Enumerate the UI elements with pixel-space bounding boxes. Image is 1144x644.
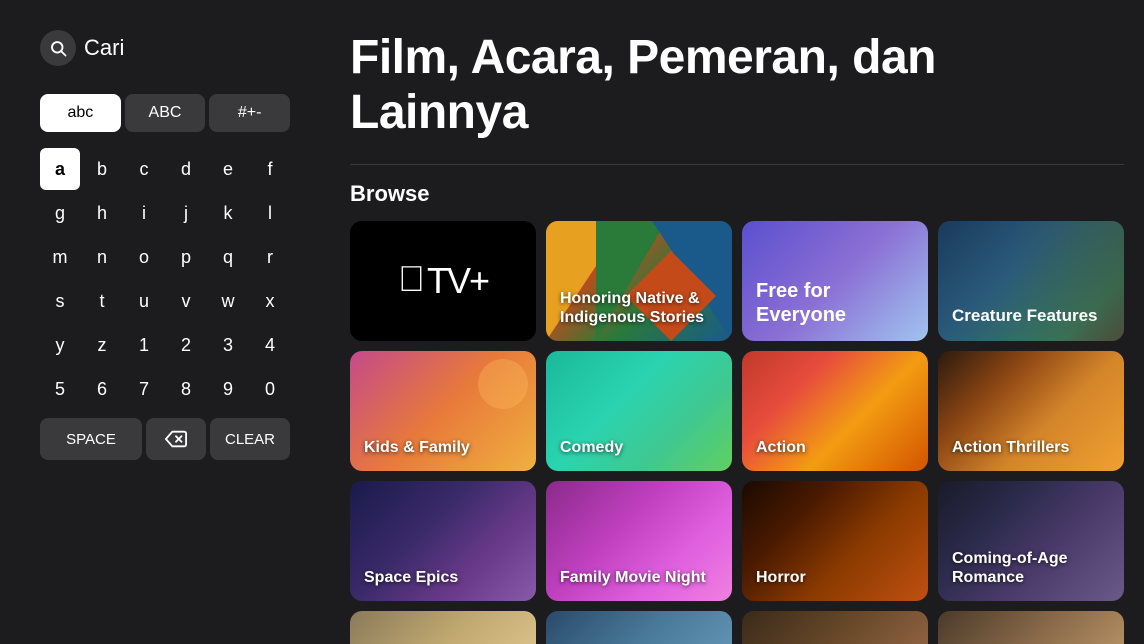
key-6[interactable]: 6 — [82, 368, 122, 410]
key-f[interactable]: f — [250, 148, 290, 190]
page-title: Film, Acara, Pemeran, dan Lainnya — [350, 30, 1124, 140]
card-action-thrillers[interactable]: Action Thrillers — [938, 351, 1124, 471]
keyboard-bottom-row: SPACE CLEAR — [40, 418, 290, 460]
search-label: Cari — [84, 35, 124, 61]
key-8[interactable]: 8 — [166, 368, 206, 410]
key-e[interactable]: e — [208, 148, 248, 190]
card-horror[interactable]: Horror — [742, 481, 928, 601]
key-q[interactable]: q — [208, 236, 248, 278]
card-comedy-label: Comedy — [560, 438, 623, 457]
key-d[interactable]: d — [166, 148, 206, 190]
tv-plus-text: TV+ — [427, 260, 488, 302]
key-v[interactable]: v — [166, 280, 206, 322]
card-coming-age-label: Coming-of-Age Romance — [952, 549, 1110, 587]
key-o[interactable]: o — [124, 236, 164, 278]
tab-lowercase[interactable]: abc — [40, 94, 121, 132]
key-r[interactable]: r — [250, 236, 290, 278]
browse-grid:  TV+ Honoring Native & Indigenous Stori… — [350, 221, 1124, 644]
search-icon-wrap — [40, 30, 76, 66]
key-7[interactable]: 7 — [124, 368, 164, 410]
card-action[interactable]: Action — [742, 351, 928, 471]
card-space[interactable]: Space Epics — [350, 481, 536, 601]
key-1[interactable]: 1 — [124, 324, 164, 366]
apple-symbol:  — [398, 261, 425, 297]
tab-symbols[interactable]: #+- — [209, 94, 290, 132]
key-p[interactable]: p — [166, 236, 206, 278]
key-z[interactable]: z — [82, 324, 122, 366]
key-w[interactable]: w — [208, 280, 248, 322]
card-space-label: Space Epics — [364, 568, 458, 587]
key-9[interactable]: 9 — [208, 368, 248, 410]
key-5[interactable]: 5 — [40, 368, 80, 410]
key-i[interactable]: i — [124, 192, 164, 234]
browse-panel: Film, Acara, Pemeran, dan Lainnya Browse… — [330, 0, 1144, 644]
key-c[interactable]: c — [124, 148, 164, 190]
card-partial-4[interactable] — [938, 611, 1124, 644]
key-s[interactable]: s — [40, 280, 80, 322]
card-comedy[interactable]: Comedy — [546, 351, 732, 471]
key-k[interactable]: k — [208, 192, 248, 234]
keyboard-panel: Cari abc ABC #+- a b c d e f g h i j k l… — [0, 0, 320, 644]
keyboard-tabs: abc ABC #+- — [40, 94, 290, 132]
key-t[interactable]: t — [82, 280, 122, 322]
card-partial-1[interactable] — [350, 611, 536, 644]
card-action-label: Action — [756, 438, 806, 457]
tab-uppercase[interactable]: ABC — [125, 94, 206, 132]
key-h[interactable]: h — [82, 192, 122, 234]
key-0[interactable]: 0 — [250, 368, 290, 410]
key-j[interactable]: j — [166, 192, 206, 234]
card-horror-label: Horror — [756, 568, 806, 587]
card-creature-label: Creature Features — [952, 305, 1098, 327]
card-family-night-label: Family Movie Night — [560, 568, 706, 587]
card-creature[interactable]: Creature Features — [938, 221, 1124, 341]
card-free-label: Free for Everyone — [756, 279, 914, 327]
card-partial-2[interactable] — [546, 611, 732, 644]
card-kids[interactable]: Kids & Family — [350, 351, 536, 471]
key-b[interactable]: b — [82, 148, 122, 190]
card-appletv[interactable]:  TV+ — [350, 221, 536, 341]
key-n[interactable]: n — [82, 236, 122, 278]
clear-key[interactable]: CLEAR — [210, 418, 290, 460]
card-coming-age[interactable]: Coming-of-Age Romance — [938, 481, 1124, 601]
search-bar[interactable]: Cari — [40, 30, 290, 66]
key-u[interactable]: u — [124, 280, 164, 322]
card-free[interactable]: Free for Everyone — [742, 221, 928, 341]
key-3[interactable]: 3 — [208, 324, 248, 366]
delete-icon — [165, 428, 187, 450]
card-partial-3[interactable] — [742, 611, 928, 644]
key-g[interactable]: g — [40, 192, 80, 234]
keyboard-grid: a b c d e f g h i j k l m n o p q r s t … — [40, 148, 290, 410]
key-2[interactable]: 2 — [166, 324, 206, 366]
key-m[interactable]: m — [40, 236, 80, 278]
browse-section-label: Browse — [350, 181, 1124, 207]
key-x[interactable]: x — [250, 280, 290, 322]
divider — [350, 164, 1124, 165]
search-icon — [49, 39, 67, 57]
card-action-thrillers-label: Action Thrillers — [952, 438, 1069, 457]
card-kids-label: Kids & Family — [364, 438, 470, 457]
key-l[interactable]: l — [250, 192, 290, 234]
card-native[interactable]: Honoring Native & Indigenous Stories — [546, 221, 732, 341]
card-native-label: Honoring Native & Indigenous Stories — [560, 289, 718, 327]
appletv-logo:  TV+ — [398, 260, 488, 302]
key-y[interactable]: y — [40, 324, 80, 366]
key-4[interactable]: 4 — [250, 324, 290, 366]
key-a[interactable]: a — [40, 148, 80, 190]
delete-key[interactable] — [146, 418, 206, 460]
card-family-night[interactable]: Family Movie Night — [546, 481, 732, 601]
space-key[interactable]: SPACE — [40, 418, 142, 460]
